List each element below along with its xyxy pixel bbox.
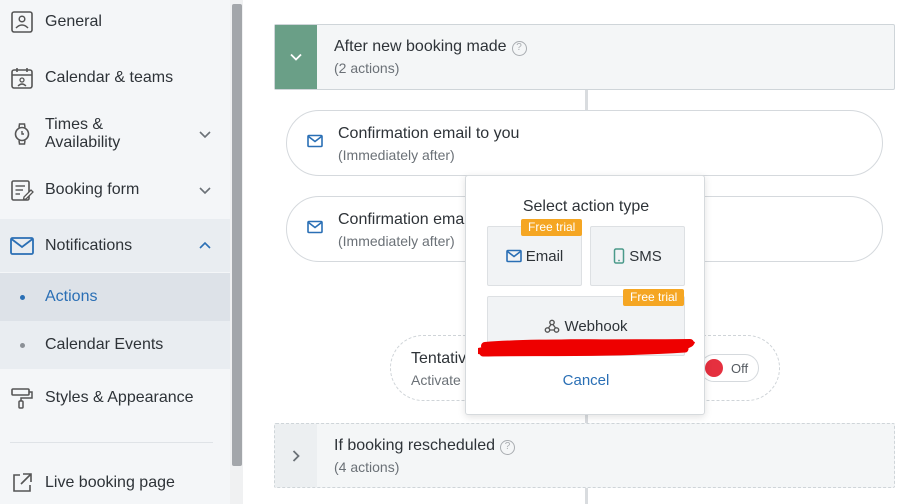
sidebar-item-label: Calendar & teams — [45, 69, 174, 86]
chevron-down-icon[interactable] — [198, 127, 212, 141]
sidebar-item-label: Calendar Events — [45, 336, 164, 353]
sidebar-divider — [10, 442, 213, 443]
cancel-link[interactable]: Cancel — [466, 372, 706, 389]
trigger-action-count: (2 actions) — [334, 60, 400, 76]
trigger-after-new-booking[interactable]: After new booking made? (2 actions) — [274, 24, 895, 90]
chevron-down-icon — [290, 53, 302, 61]
expand-toggle[interactable] — [275, 424, 317, 487]
free-trial-badge: Free trial — [521, 219, 583, 236]
sidebar-item-label: Live booking page — [45, 474, 175, 491]
popup-title: Select action type — [522, 198, 650, 215]
chevron-right-icon — [292, 449, 300, 462]
tentative-subtitle: Activate — [411, 372, 461, 388]
sidebar-item-general[interactable]: General — [0, 4, 230, 40]
sidebar-subitem-actions[interactable]: Actions — [0, 273, 230, 321]
trigger-booking-rescheduled[interactable]: If booking rescheduled? (4 actions) — [274, 423, 895, 488]
envelope-icon — [307, 134, 323, 153]
webhook-icon — [544, 319, 560, 333]
sidebar: General Calendar & teams Times & Availab… — [0, 0, 230, 504]
action-timing: (Immediately after) — [338, 233, 455, 249]
toggle-label: Off — [731, 361, 749, 376]
connector-line — [585, 90, 588, 110]
collapse-toggle[interactable] — [275, 25, 317, 89]
form-icon — [9, 177, 35, 203]
watch-icon — [9, 121, 35, 147]
sidebar-item-label-line1: Times & — [45, 116, 104, 133]
bullet-dot — [20, 342, 25, 348]
paint-roller-icon — [9, 385, 35, 411]
option-label: SMS — [629, 247, 662, 265]
external-link-icon — [9, 470, 35, 496]
toggle-knob — [705, 359, 723, 377]
sms-option-button[interactable]: SMS — [590, 226, 685, 286]
sidebar-item-calendar-teams[interactable]: Calendar & teams — [0, 60, 230, 96]
sidebar-item-times-availability[interactable]: Times & Availability — [0, 112, 230, 156]
action-timing: (Immediately after) — [338, 147, 455, 163]
sidebar-subitem-calendar-events[interactable]: Calendar Events — [0, 321, 230, 369]
active-dot — [20, 294, 25, 300]
action-title: Confirmation email to you — [338, 125, 520, 142]
sidebar-item-notifications[interactable]: Notifications — [0, 219, 230, 272]
connector-line — [585, 488, 588, 504]
sidebar-item-label: Actions — [45, 288, 98, 305]
on-off-toggle[interactable]: Off — [700, 354, 759, 382]
help-icon[interactable]: ? — [511, 41, 527, 56]
trigger-action-count: (4 actions) — [334, 459, 400, 475]
envelope-icon — [505, 249, 522, 263]
chevron-up-icon[interactable] — [198, 239, 212, 253]
sidebar-item-label: General — [45, 13, 102, 30]
envelope-icon — [9, 233, 35, 259]
sidebar-item-live-booking-page[interactable]: Live booking page — [0, 465, 230, 501]
trigger-title: If booking rescheduled — [334, 437, 495, 454]
option-label: Email — [525, 247, 564, 265]
calendar-icon — [9, 65, 35, 91]
scrollbar-thumb[interactable] — [232, 4, 242, 466]
sidebar-item-label: Styles & Appearance — [45, 389, 194, 406]
general-icon — [9, 9, 35, 35]
sidebar-item-label-line2: Availability — [45, 134, 121, 151]
phone-icon — [613, 248, 625, 264]
envelope-icon — [307, 220, 323, 239]
action-card[interactable]: Confirmation email to you (Immediately a… — [286, 110, 883, 176]
select-action-type-popup: Select action type Email Free trial SMS … — [465, 175, 705, 415]
sidebar-item-label: Notifications — [45, 236, 133, 254]
chevron-down-icon[interactable] — [198, 183, 212, 197]
action-title: Confirmation ema — [338, 211, 465, 228]
trigger-title: After new booking made — [334, 38, 507, 55]
sidebar-item-label: Booking form — [45, 181, 140, 198]
red-redaction-scribble — [478, 339, 695, 357]
free-trial-badge: Free trial — [623, 289, 685, 306]
sidebar-item-styles-appearance[interactable]: Styles & Appearance — [0, 380, 230, 416]
sidebar-item-booking-form[interactable]: Booking form — [0, 172, 230, 208]
help-icon[interactable]: ? — [500, 440, 515, 455]
tentative-title: Tentativ — [411, 350, 467, 367]
